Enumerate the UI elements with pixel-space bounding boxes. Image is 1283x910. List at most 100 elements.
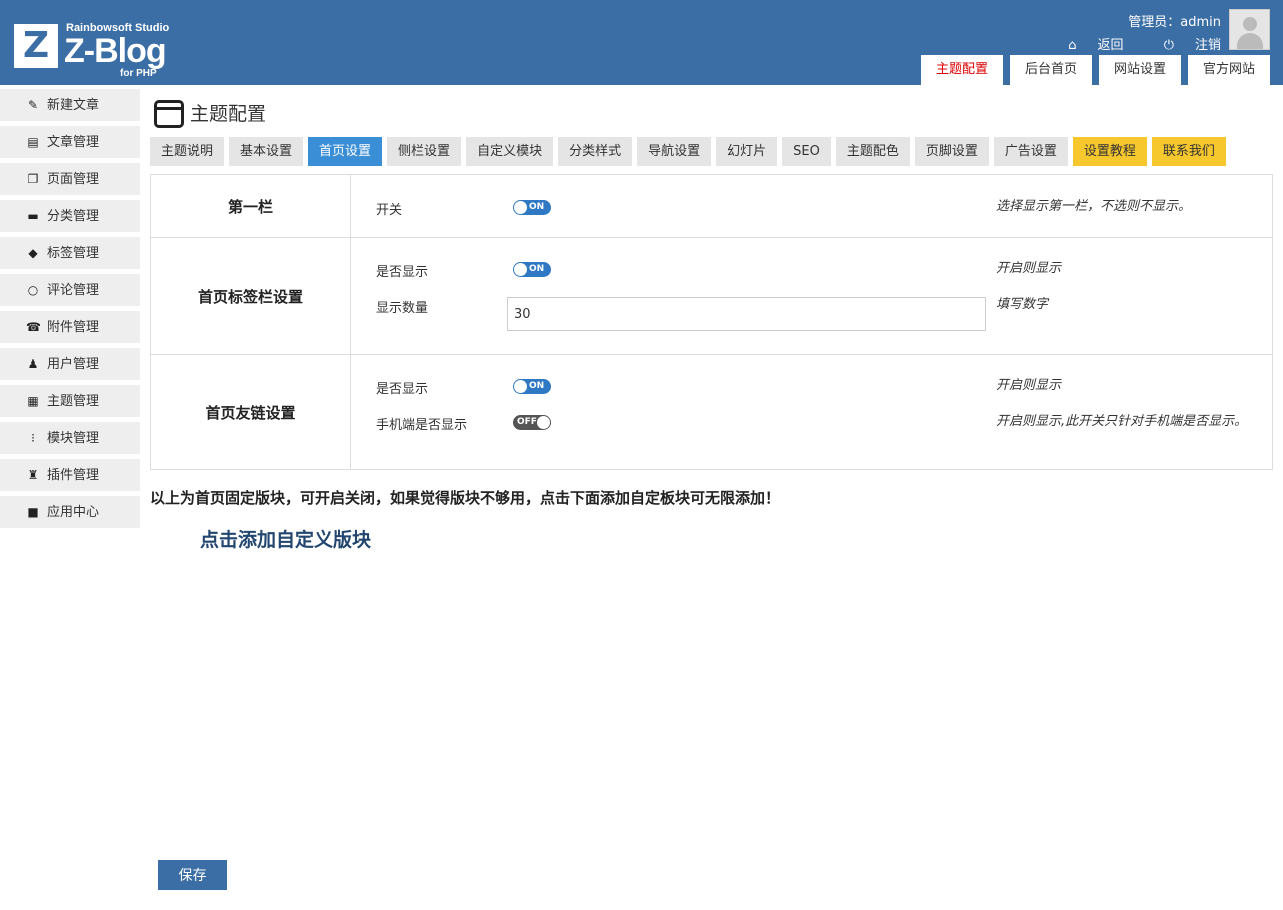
sidebar-item-pages[interactable]: ❐ 页面管理 — [0, 163, 140, 195]
logout-link[interactable]: ⏻ 注销 — [1146, 34, 1221, 53]
tab-theme-colors[interactable]: 主题配色 — [835, 137, 910, 166]
settings-row-tagbar: 首页标签栏设置 是否显示 ON 开启则显示 显示数量 填写数字 — [151, 238, 1272, 355]
links-show-description: 开启则显示 — [996, 378, 1062, 393]
top-tab-official-site[interactable]: 官方网站 — [1187, 55, 1270, 85]
tab-nav-settings[interactable]: 导航设置 — [637, 137, 712, 166]
sidebar-item-label: 模块管理 — [47, 431, 100, 446]
pages-icon: ❐ — [27, 172, 39, 186]
toggle-state: OFF — [517, 417, 537, 427]
home-icon: ⌂ — [1068, 38, 1077, 53]
sidebar-item-new-post[interactable]: ✎ 新建文章 — [0, 89, 140, 121]
sidebar-item-label: 评论管理 — [47, 283, 100, 298]
notice-text: 以上为首页固定版块，可开启关闭，如果觉得版块不够用，点击下面添加自定板块可无限添… — [150, 489, 781, 507]
sidebar-item-plugins[interactable]: ♜ 插件管理 — [0, 459, 140, 491]
logout-link-label: 注销 — [1194, 38, 1221, 53]
tab-seo[interactable]: SEO — [782, 137, 831, 166]
tab-sidebar-settings[interactable]: 侧栏设置 — [387, 137, 462, 166]
edit-icon: ✎ — [27, 98, 39, 112]
links-mobile-toggle[interactable]: OFF — [513, 415, 551, 430]
links-mobile-label: 手机端是否显示 — [376, 418, 468, 433]
header: Z Rainbowsoft Studio Z-Blog for PHP 管理员：… — [0, 0, 1283, 85]
settings-row-links: 首页友链设置 是否显示 ON 开启则显示 手机端是否显示 OFF 开启则显示,此… — [151, 355, 1272, 469]
sidebar-item-label: 应用中心 — [47, 505, 100, 520]
tagbar-count-input[interactable] — [507, 297, 986, 331]
sidebar-item-users[interactable]: ♟ 用户管理 — [0, 348, 140, 380]
page-title-text: 主题配置 — [190, 103, 267, 125]
avatar[interactable] — [1229, 9, 1270, 50]
sidebar-item-modules[interactable]: ⁝ 模块管理 — [0, 422, 140, 454]
tab-footer-settings[interactable]: 页脚设置 — [914, 137, 989, 166]
tab-category-style[interactable]: 分类样式 — [558, 137, 633, 166]
sidebar-item-label: 附件管理 — [47, 320, 100, 335]
top-tab-theme-config[interactable]: 主题配置 — [920, 55, 1003, 85]
toggle-knob — [514, 263, 527, 276]
box-icon: ■ — [27, 505, 39, 519]
logo-mark: Z — [14, 24, 58, 68]
tab-basic-settings[interactable]: 基本设置 — [229, 137, 304, 166]
sidebar-item-categories[interactable]: ▬ 分类管理 — [0, 200, 140, 232]
page-title: 主题配置 — [150, 97, 1273, 131]
tab-custom-modules[interactable]: 自定义模块 — [466, 137, 554, 166]
sidebar-item-label: 用户管理 — [47, 357, 100, 372]
settings-panel: 第一栏 开关 ON 选择显示第一栏，不选则不显示。 首页标签栏设置 是否显示 O… — [150, 174, 1273, 470]
admin-label: 管理员：admin — [1128, 15, 1221, 30]
first-column-toggle[interactable]: ON — [513, 200, 551, 215]
tagbar-count-description: 填写数字 — [996, 297, 1049, 312]
sidebar-item-comments[interactable]: ○ 评论管理 — [0, 274, 140, 306]
add-custom-block-link[interactable]: 点击添加自定义版块 — [200, 525, 371, 552]
tab-ad-settings[interactable]: 广告设置 — [993, 137, 1068, 166]
settings-row-first: 第一栏 开关 ON 选择显示第一栏，不选则不显示。 — [151, 175, 1272, 238]
user-info: 管理员：admin ⌂ 返回 ⏻ 注销 — [1032, 11, 1221, 53]
sidebar-item-label: 分类管理 — [47, 209, 100, 224]
links-show-toggle[interactable]: ON — [513, 379, 551, 394]
switch-description: 选择显示第一栏，不选则不显示。 — [996, 199, 1192, 214]
links-mobile-description: 开启则显示,此开关只针对手机端是否显示。 — [996, 414, 1248, 429]
tab-contact-us[interactable]: 联系我们 — [1151, 137, 1226, 166]
save-button[interactable]: 保存 — [158, 860, 227, 890]
plugin-icon: ♜ — [27, 468, 39, 482]
toggle-knob — [537, 416, 550, 429]
row-title: 第一栏 — [151, 175, 351, 237]
toggle-knob — [514, 201, 527, 214]
tagbar-show-label: 是否显示 — [376, 265, 429, 280]
attachment-icon: ☎ — [26, 320, 41, 334]
back-link[interactable]: ⌂ 返回 — [1050, 34, 1123, 53]
comment-icon: ○ — [27, 283, 39, 297]
zblog-logo[interactable]: Z Rainbowsoft Studio Z-Blog for PHP — [14, 20, 194, 80]
sidebar-item-app-center[interactable]: ■ 应用中心 — [0, 496, 140, 528]
top-tab-site-settings[interactable]: 网站设置 — [1098, 55, 1181, 85]
row-title: 首页标签栏设置 — [151, 238, 351, 354]
logo-name: Z-Blog — [64, 32, 167, 70]
sidebar-item-label: 插件管理 — [47, 468, 100, 483]
sidebar-item-label: 标签管理 — [47, 246, 100, 261]
top-tab-dashboard[interactable]: 后台首页 — [1009, 55, 1092, 85]
toggle-knob — [514, 380, 527, 393]
main-content: 主题配置 主题说明 基本设置 首页设置 侧栏设置 自定义模块 分类样式 导航设置… — [150, 97, 1273, 551]
sidebar: ✎ 新建文章 ▤ 文章管理 ❐ 页面管理 ▬ 分类管理 ◆ 标签管理 ○ 评论管理 ☎ 附件管… — [0, 89, 140, 533]
sidebar-item-posts[interactable]: ▤ 文章管理 — [0, 126, 140, 158]
tagbar-count-label: 显示数量 — [376, 301, 429, 316]
sidebar-item-tags[interactable]: ◆ 标签管理 — [0, 237, 140, 269]
top-nav: 主题配置 后台首页 网站设置 官方网站 — [920, 55, 1270, 85]
sidebar-item-themes[interactable]: ▦ 主题管理 — [0, 385, 140, 417]
toggle-state: ON — [529, 381, 545, 391]
sidebar-item-label: 主题管理 — [47, 394, 100, 409]
sidebar-item-label: 新建文章 — [47, 98, 100, 113]
settings-tabs: 主题说明 基本设置 首页设置 侧栏设置 自定义模块 分类样式 导航设置 幻灯片 … — [150, 137, 1226, 166]
tab-theme-info[interactable]: 主题说明 — [150, 137, 225, 166]
tab-tutorial[interactable]: 设置教程 — [1072, 137, 1147, 166]
avatar-head — [1243, 17, 1257, 31]
tab-home-settings[interactable]: 首页设置 — [308, 137, 383, 166]
toggle-state: ON — [529, 264, 545, 274]
window-icon — [154, 100, 184, 128]
sidebar-item-attachments[interactable]: ☎ 附件管理 — [0, 311, 140, 343]
links-show-label: 是否显示 — [376, 382, 429, 397]
tag-icon: ◆ — [28, 246, 38, 260]
tab-slideshow[interactable]: 幻灯片 — [716, 137, 778, 166]
sidebar-item-label: 文章管理 — [47, 135, 100, 150]
folder-icon: ▬ — [27, 209, 39, 223]
back-link-label: 返回 — [1097, 38, 1124, 53]
tagbar-show-toggle[interactable]: ON — [513, 262, 551, 277]
tagbar-show-description: 开启则显示 — [996, 261, 1062, 276]
module-icon: ⁝ — [31, 431, 35, 445]
